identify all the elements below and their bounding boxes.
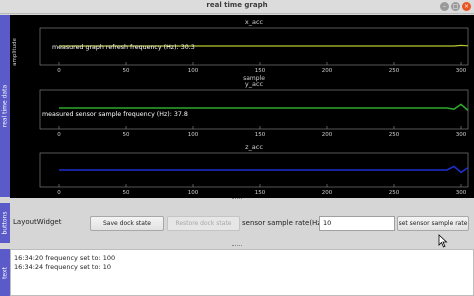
x-tick-label: 300: [456, 132, 467, 138]
plot-ylabel: amplitude: [12, 37, 18, 65]
series-line-z-acc: [59, 165, 469, 174]
plot-title-x-acc: x_acc: [245, 18, 264, 26]
x-tick-label: 100: [188, 68, 199, 74]
x-tick-label: 50: [123, 190, 130, 196]
minimize-icon[interactable]: –: [440, 2, 449, 11]
maximize-icon[interactable]: □: [451, 2, 460, 11]
x-tick-label: 250: [389, 68, 400, 74]
save-dock-state-button[interactable]: Save dock state: [90, 216, 164, 231]
close-icon[interactable]: ×: [462, 2, 471, 11]
x-tick-label: 200: [322, 68, 333, 74]
log-line: 16:34:20 frequency set to: 100: [14, 254, 116, 262]
x-tick-label: 0: [57, 68, 61, 74]
plot-title-z-acc: z_acc: [245, 143, 263, 151]
buttons-panel: LayoutWidget Save dock state Restore doc…: [10, 203, 474, 243]
dock-tab-label: buttons: [1, 211, 9, 235]
sample-rate-input[interactable]: 10: [319, 216, 395, 231]
x-tick-label: 300: [456, 68, 467, 74]
x-tick-label: 50: [123, 68, 130, 74]
plot-annotation-refresh-freq: measured graph refresh frequency (Hz): 3…: [52, 44, 195, 51]
mouse-cursor-icon: [438, 234, 448, 248]
x-tick-label: 0: [57, 190, 61, 196]
x-ticks-x-acc: 0 50 100 150 200 250 300: [57, 62, 467, 74]
x-tick-label: 200: [322, 190, 333, 196]
x-tick-label: 150: [255, 190, 266, 196]
x-tick-label: 300: [456, 190, 467, 196]
sample-rate-label: sensor sample rate(Hz):: [242, 219, 327, 227]
dock-tab-label: text: [1, 266, 9, 279]
layout-widget-label: LayoutWidget: [13, 218, 62, 226]
log-line: 16:34:24 frequency set to: 10: [14, 263, 111, 271]
set-sample-rate-button[interactable]: set sensor sample rate: [397, 216, 469, 231]
plots-canvas[interactable]: x_acc amplitude 0 50 100 150 200 250 300 sampl…: [10, 15, 474, 198]
x-tick-label: 250: [389, 132, 400, 138]
log-text-area[interactable]: 16:34:20 frequency set to: 100 16:34:24 …: [10, 249, 474, 296]
dock-splitter[interactable]: [232, 245, 242, 247]
plot-annotation-sample-freq: measured sensor sample frequency (Hz): 3…: [42, 111, 188, 118]
dock-tab-real-time-data[interactable]: real time data: [0, 15, 10, 197]
dock-splitter[interactable]: [232, 198, 242, 200]
dock-tab-text[interactable]: text: [0, 249, 10, 296]
window-titlebar: real time graph – □ ×: [0, 0, 474, 14]
plot-title-y-acc: y_acc: [245, 80, 264, 88]
restore-dock-state-button[interactable]: Restore dock state: [167, 216, 240, 231]
window-title: real time graph: [206, 1, 268, 9]
x-tick-label: 100: [188, 132, 199, 138]
x-tick-label: 50: [123, 132, 130, 138]
x-tick-label: 250: [389, 190, 400, 196]
series-line-y-acc: [59, 103, 469, 112]
x-tick-label: 100: [188, 190, 199, 196]
x-tick-label: 0: [57, 132, 61, 138]
x-tick-label: 200: [322, 132, 333, 138]
x-tick-label: 150: [255, 68, 266, 74]
plot-frame-y-acc: [39, 89, 469, 130]
dock-tab-label: real time data: [1, 84, 9, 128]
x-ticks-y-acc: 0 50 100 150 200 250 300: [57, 126, 467, 138]
x-tick-label: 150: [255, 132, 266, 138]
x-ticks-z-acc: 0 50 100 150 200 250 300: [57, 184, 467, 196]
plot-area[interactable]: x_acc amplitude 0 50 100 150 200 250 300 sampl…: [10, 15, 474, 198]
dock-tab-buttons[interactable]: buttons: [0, 203, 10, 243]
